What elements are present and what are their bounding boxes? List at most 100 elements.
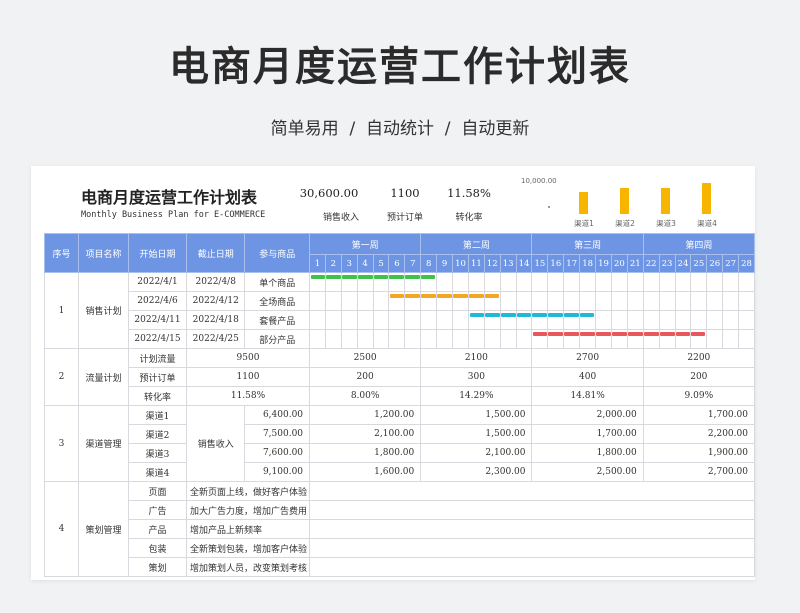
day-header: 7 bbox=[404, 254, 422, 273]
gantt-bar-segment bbox=[501, 313, 516, 317]
gantt-bar-segment bbox=[326, 275, 341, 279]
plan-description: 全新页面上线，做好客户体验 bbox=[185, 481, 311, 501]
gantt-cell bbox=[436, 291, 454, 311]
section-index: 1 bbox=[44, 272, 79, 349]
week-value: 2100 bbox=[420, 348, 533, 368]
week-value: 2,100.00 bbox=[420, 443, 533, 463]
gantt-cell bbox=[452, 310, 469, 330]
gantt-cell bbox=[340, 310, 358, 330]
table-row: 产品 增加产品上新频率 bbox=[45, 519, 755, 539]
plan-description: 全新策划包装，增加客户体验 bbox=[185, 538, 311, 558]
gantt-bar-segment bbox=[675, 332, 690, 336]
gantt-cell bbox=[324, 272, 342, 292]
gantt-bar-segment bbox=[564, 332, 579, 336]
day-header: 5 bbox=[372, 254, 390, 273]
mini-bar bbox=[661, 188, 670, 214]
plan-label: 包装 bbox=[128, 538, 187, 558]
end-date: 2022/4/18 bbox=[185, 310, 246, 330]
gantt-bar-segment bbox=[533, 332, 547, 336]
metric-total: 9500 bbox=[185, 348, 311, 368]
channel-total: 7,600.00 bbox=[244, 443, 311, 463]
gantt-cell bbox=[388, 291, 406, 311]
day-header: 4 bbox=[356, 254, 374, 273]
gantt-cell bbox=[436, 329, 454, 349]
week-value: 2,200.00 bbox=[642, 424, 755, 444]
day-header: 15 bbox=[531, 254, 549, 273]
day-header: 12 bbox=[483, 254, 501, 273]
week-value: 400 bbox=[531, 367, 644, 387]
gantt-cell bbox=[531, 310, 549, 330]
day-header: 2 bbox=[324, 254, 342, 273]
gantt-bar-segment bbox=[644, 332, 659, 336]
gantt-cell bbox=[690, 329, 708, 349]
gantt-cell bbox=[452, 329, 469, 349]
week-header: 第四周 bbox=[642, 233, 755, 255]
gantt-cell bbox=[467, 291, 485, 311]
day-header: 18 bbox=[579, 254, 597, 273]
start-date: 2022/4/6 bbox=[128, 291, 187, 311]
mini-chart-max-label: 10,000.00 bbox=[521, 177, 557, 185]
gantt-bar-segment bbox=[390, 294, 404, 298]
start-date: 2022/4/15 bbox=[128, 329, 187, 349]
section-index: 2 bbox=[44, 348, 79, 406]
table-row: 2022/4/6 2022/4/12 全场商品 bbox=[45, 291, 755, 311]
metric-label: 转化率 bbox=[128, 386, 187, 406]
gantt-cell bbox=[436, 272, 454, 292]
gantt-bar-segment bbox=[485, 313, 500, 317]
day-header: 24 bbox=[674, 254, 692, 273]
day-header: 25 bbox=[690, 254, 708, 273]
week-value: 2,500.00 bbox=[531, 462, 644, 482]
gantt-cell bbox=[420, 272, 438, 292]
gantt-bar-segment bbox=[358, 275, 373, 279]
gantt-cell bbox=[324, 329, 342, 349]
gantt-bar-segment bbox=[374, 275, 388, 279]
plan-empty-cell bbox=[309, 481, 755, 501]
gantt-cell bbox=[372, 310, 390, 330]
week-value: 2,000.00 bbox=[531, 405, 644, 425]
gantt-bar-segment bbox=[421, 294, 436, 298]
gantt-cell bbox=[356, 329, 374, 349]
mini-bar-label: 渠道1 bbox=[574, 219, 594, 228]
table-row: 1 销售计划 2022/4/1 2022/4/8 单个商品 bbox=[44, 272, 755, 349]
end-date: 2022/4/12 bbox=[185, 291, 246, 311]
gantt-cell bbox=[547, 291, 565, 311]
gantt-cell bbox=[324, 310, 342, 330]
gantt-cell bbox=[467, 272, 485, 292]
product: 部分产品 bbox=[244, 329, 311, 349]
gantt-cell bbox=[706, 291, 724, 311]
gantt-cell bbox=[420, 291, 438, 311]
mini-bar-label: 渠道2 bbox=[615, 219, 635, 228]
gantt-cell bbox=[626, 329, 644, 349]
gantt-cell bbox=[610, 272, 628, 292]
gantt-cell bbox=[626, 272, 644, 292]
week-value: 300 bbox=[420, 367, 533, 387]
day-header: 14 bbox=[515, 254, 533, 273]
metric-total: 11.58% bbox=[185, 386, 311, 406]
day-header: 23 bbox=[658, 254, 676, 273]
hero-title: 电商月度运营工作计划表 bbox=[169, 44, 631, 90]
gantt-bar-segment bbox=[517, 313, 531, 317]
plan-empty-cell bbox=[309, 500, 755, 520]
gantt-cell bbox=[642, 310, 660, 330]
week-header: 第三周 bbox=[531, 233, 644, 255]
gantt-cell bbox=[722, 291, 740, 311]
day-header: 6 bbox=[388, 254, 406, 273]
table-row: 包装 全新策划包装，增加客户体验 bbox=[45, 538, 755, 558]
section-name: 流量计划 bbox=[78, 348, 129, 406]
gantt-bar-segment bbox=[691, 332, 706, 336]
week-value: 2200 bbox=[642, 348, 755, 368]
mini-bar bbox=[579, 192, 588, 214]
gantt-cell bbox=[595, 272, 612, 292]
week-value: 1,800.00 bbox=[309, 443, 422, 463]
channel-metric: 销售收入 bbox=[185, 405, 246, 482]
gantt-cell bbox=[356, 272, 374, 292]
day-header: 22 bbox=[642, 254, 660, 273]
kpi-sales-value: 30,600.00 bbox=[299, 186, 359, 200]
gantt-bar-segment bbox=[548, 313, 563, 317]
gantt-cell bbox=[356, 291, 374, 311]
gantt-bar-segment bbox=[405, 294, 420, 298]
week-value: 200 bbox=[309, 367, 422, 387]
day-header: 16 bbox=[547, 254, 565, 273]
gantt-cell bbox=[483, 329, 501, 349]
gantt-cell bbox=[309, 310, 326, 330]
